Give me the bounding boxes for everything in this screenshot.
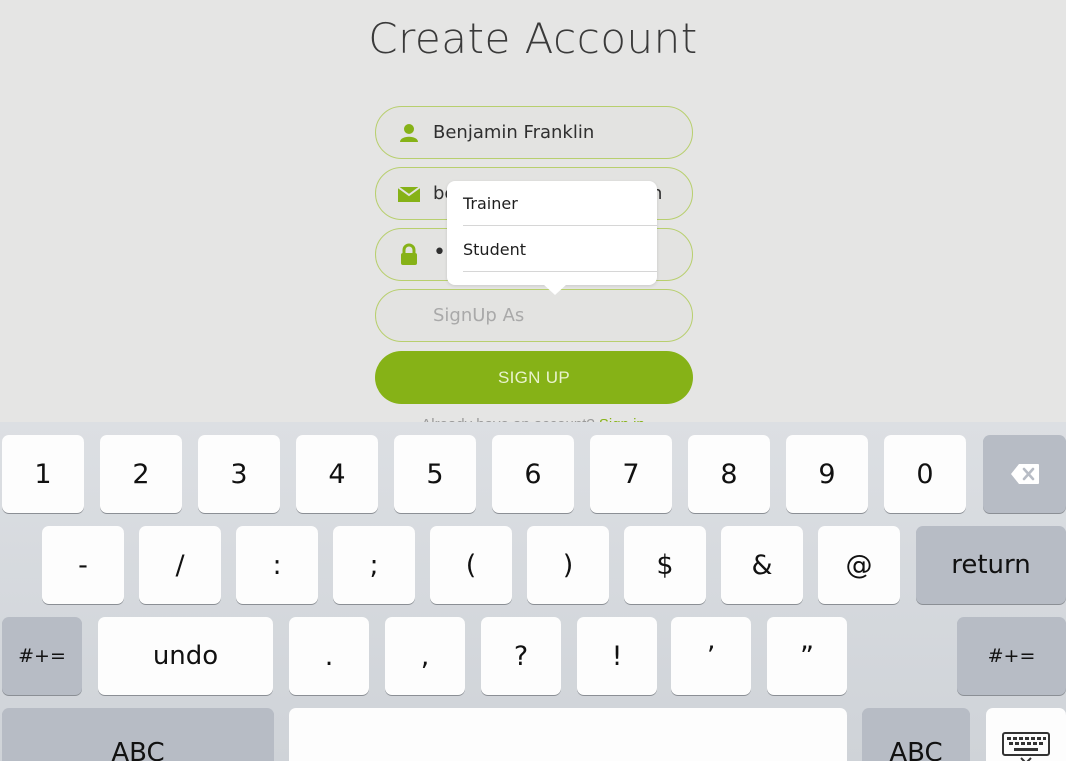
keyboard-dismiss-icon [1002,732,1050,761]
space-key[interactable] [289,708,847,761]
backspace-key[interactable] [983,435,1066,513]
key-question[interactable]: ? [481,617,561,695]
role-option-trainer[interactable]: Trainer [463,181,657,226]
abc-key-left[interactable]: ABC [2,708,274,761]
undo-key[interactable]: undo [98,617,273,695]
abc-key-right[interactable]: ABC [862,708,970,761]
backspace-icon [1010,464,1039,484]
name-input-value: Benjamin Franklin [433,122,595,143]
signup-as-placeholder: SignUp As [433,305,525,326]
more-symbols-key-left[interactable]: #+= [2,617,82,695]
key-5[interactable]: 5 [394,435,476,513]
key-8[interactable]: 8 [688,435,770,513]
role-popover: Trainer Student [447,181,657,295]
password-input-value: • [433,240,446,265]
key-comma[interactable]: , [385,617,465,695]
name-field[interactable]: Benjamin Franklin [375,106,693,159]
key-at[interactable]: @ [818,526,900,604]
key-1[interactable]: 1 [2,435,84,513]
key-exclamation[interactable]: ! [577,617,657,695]
key-quote[interactable]: ” [767,617,847,695]
key-semicolon[interactable]: ; [333,526,415,604]
key-3[interactable]: 3 [198,435,280,513]
signup-as-field[interactable]: SignUp As [375,289,693,342]
key-dollar[interactable]: $ [624,526,706,604]
key-period[interactable]: . [289,617,369,695]
mail-icon [398,186,420,202]
sign-up-button[interactable]: SIGN UP [375,351,693,404]
return-key[interactable]: return [916,526,1066,604]
onscreen-keyboard: 1 2 3 4 5 6 7 8 9 0 - / : ; ( ) $ & @ re… [0,422,1066,761]
key-0[interactable]: 0 [884,435,966,513]
key-colon[interactable]: : [236,526,318,604]
key-open-paren[interactable]: ( [430,526,512,604]
role-option-student[interactable]: Student [463,227,657,272]
more-symbols-key-right[interactable]: #+= [957,617,1066,695]
page-title: Create Account [368,14,698,63]
key-close-paren[interactable]: ) [527,526,609,604]
key-hyphen[interactable]: - [42,526,124,604]
key-2[interactable]: 2 [100,435,182,513]
key-6[interactable]: 6 [492,435,574,513]
lock-icon [401,243,417,265]
key-9[interactable]: 9 [786,435,868,513]
key-ampersand[interactable]: & [721,526,803,604]
key-7[interactable]: 7 [590,435,672,513]
dismiss-keyboard-key[interactable] [986,708,1066,761]
key-apostrophe[interactable]: ’ [671,617,751,695]
key-4[interactable]: 4 [296,435,378,513]
key-slash[interactable]: / [139,526,221,604]
user-icon [400,124,418,142]
